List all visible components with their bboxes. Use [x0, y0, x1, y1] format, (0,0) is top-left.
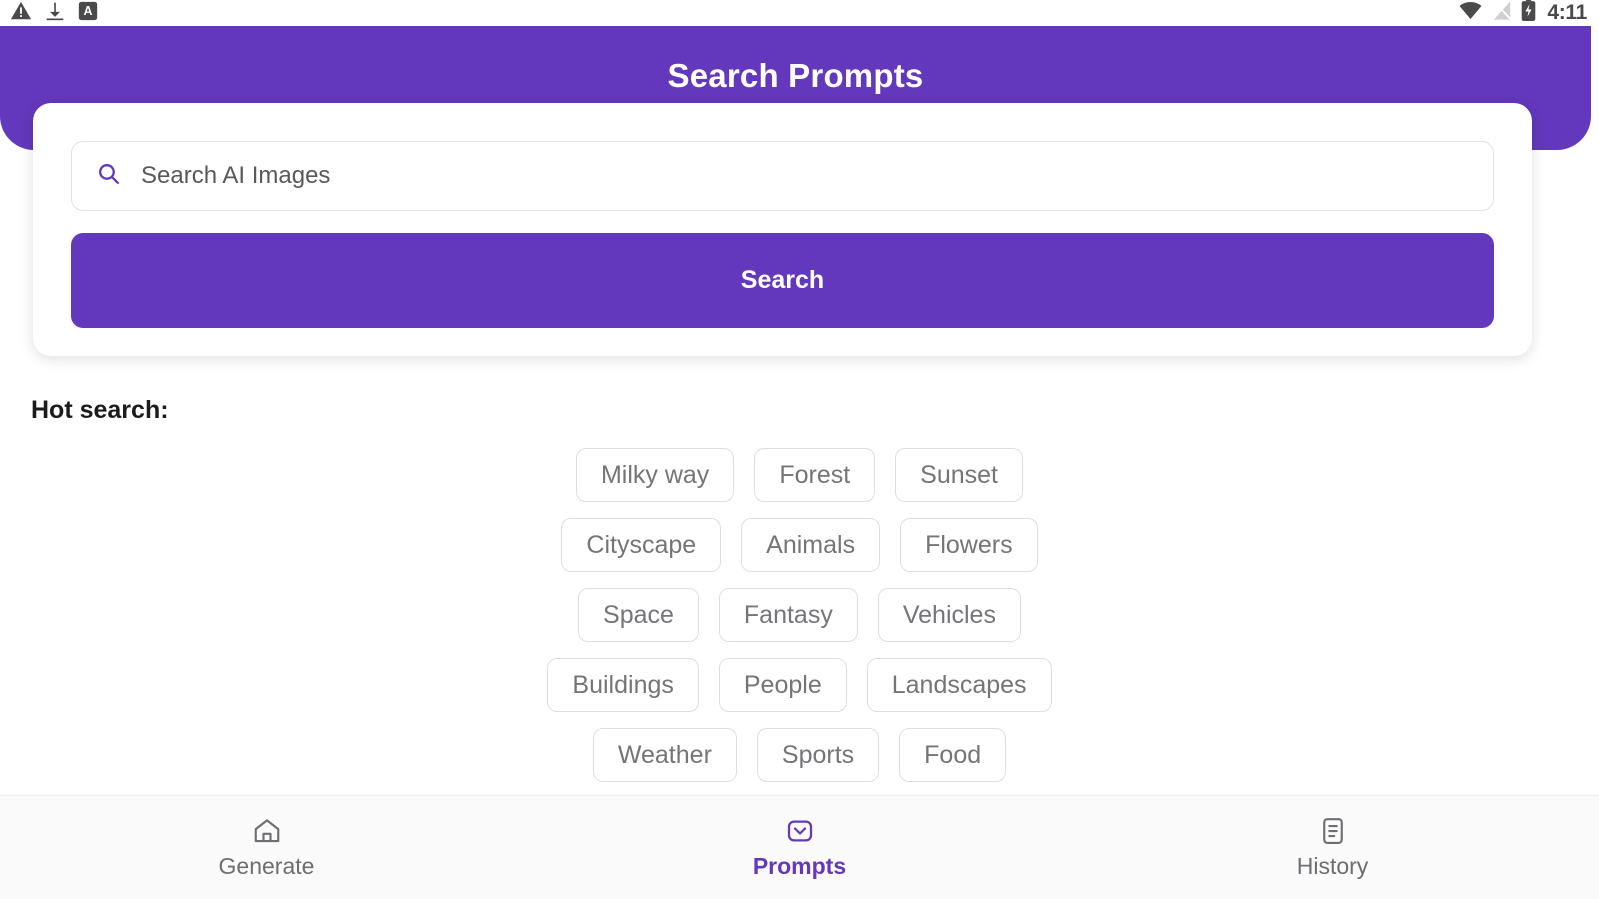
hot-search-chip[interactable]: Sports — [756, 728, 880, 782]
bottom-navigation: Generate Prompts History — [0, 795, 1599, 899]
battery-charging-icon — [1521, 0, 1536, 27]
wifi-icon — [1458, 1, 1483, 26]
search-button[interactable]: Search — [71, 233, 1494, 328]
hot-search-chip[interactable]: People — [718, 658, 847, 712]
hot-search-chip[interactable]: Animals — [741, 518, 881, 572]
nav-label-history: History — [1296, 852, 1369, 879]
download-icon — [45, 0, 65, 27]
hot-search-chip[interactable]: Landscapes — [866, 658, 1052, 712]
home-icon — [252, 816, 282, 846]
hot-search-chip[interactable]: Vehicles — [877, 588, 1021, 642]
search-input[interactable] — [141, 142, 1469, 210]
chip-row: Milky way Forest Sunset — [575, 448, 1024, 502]
svg-text:A: A — [83, 4, 92, 18]
search-card: Search — [33, 103, 1532, 356]
chip-row: Buildings People Landscapes — [547, 658, 1052, 712]
warning-triangle-icon — [10, 0, 32, 27]
screenshot-a-icon: A — [78, 1, 98, 26]
search-field[interactable] — [71, 141, 1494, 211]
hot-search-chip[interactable]: Flowers — [900, 518, 1038, 572]
nav-item-prompts[interactable]: Prompts — [533, 796, 1066, 899]
hot-search-chip-list: Milky way Forest Sunset Cityscape Animal… — [0, 448, 1599, 782]
hot-search-chip[interactable]: Cityscape — [561, 518, 722, 572]
nav-label-generate: Generate — [218, 852, 315, 879]
status-bar-right-icons: 4:11 — [1458, 0, 1587, 27]
nav-item-generate[interactable]: Generate — [0, 796, 533, 899]
chip-row: Cityscape Animals Flowers — [561, 518, 1038, 572]
hot-search-chip[interactable]: Milky way — [575, 448, 735, 502]
no-sim-icon — [1492, 0, 1512, 26]
message-icon — [785, 816, 815, 846]
chip-row: Space Fantasy Vehicles — [578, 588, 1021, 642]
hot-search-chip[interactable]: Food — [899, 728, 1007, 782]
hot-search-chip[interactable]: Fantasy — [718, 588, 858, 642]
hot-search-chip[interactable]: Weather — [592, 728, 737, 782]
nav-item-history[interactable]: History — [1066, 796, 1599, 899]
hot-search-chip[interactable]: Forest — [754, 448, 876, 502]
hot-search-chip[interactable]: Space — [578, 588, 699, 642]
search-icon — [96, 161, 121, 191]
chip-row: Weather Sports Food — [592, 728, 1007, 782]
document-list-icon — [1318, 816, 1348, 846]
page-title: Search Prompts — [667, 57, 924, 94]
nav-label-prompts: Prompts — [752, 852, 847, 879]
hot-search-chip[interactable]: Buildings — [547, 658, 699, 712]
hot-search-label: Hot search: — [31, 396, 169, 424]
status-bar: A 4:11 — [0, 0, 1599, 26]
hot-search-chip[interactable]: Sunset — [895, 448, 1024, 502]
status-bar-clock: 4:11 — [1547, 1, 1587, 24]
status-bar-left-icons: A — [10, 0, 98, 27]
